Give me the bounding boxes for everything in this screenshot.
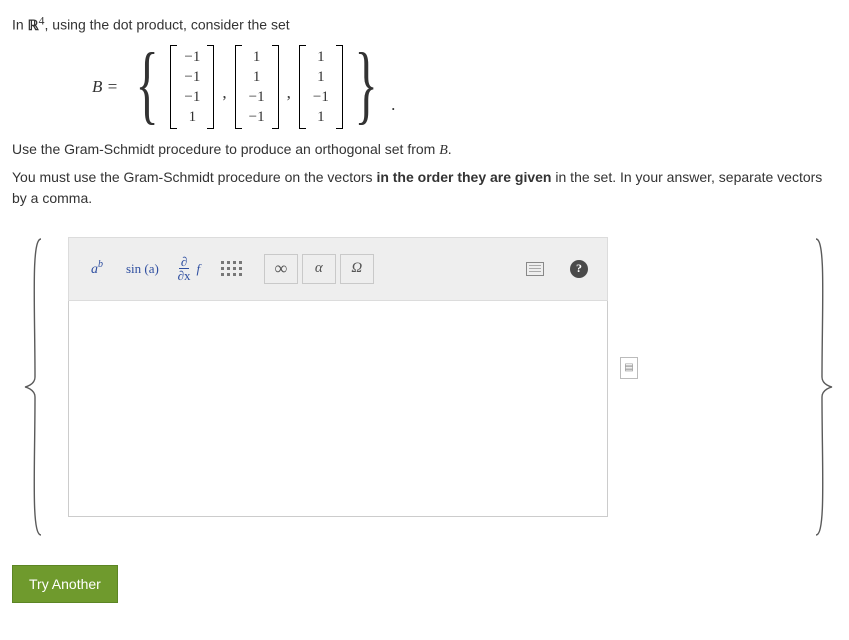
answer-brace-close-icon (809, 237, 837, 537)
vector-2: 1 1 −1 −1 (235, 45, 279, 129)
set-label: B = (92, 77, 118, 97)
matrix-icon (221, 261, 242, 276)
derivative-button[interactable]: ∂ ∂x f (166, 247, 210, 291)
instruction-1: Use the Gram-Schmidt procedure to produc… (12, 139, 837, 161)
document-icon: ▤ (624, 362, 633, 373)
omega-button[interactable]: Ω (340, 254, 374, 284)
instruction-2: You must use the Gram-Schmidt procedure … (12, 167, 837, 209)
question-intro: In ℝ4, using the dot product, consider t… (12, 12, 837, 37)
brace-open-icon: { (136, 55, 159, 115)
math-input[interactable] (68, 301, 608, 517)
matrix-button[interactable] (210, 247, 254, 291)
superscript-button[interactable]: ab (75, 247, 119, 291)
keyboard-button[interactable] (513, 247, 557, 291)
alpha-button[interactable]: α (302, 254, 336, 284)
symbol-group: ∞ α Ω (264, 254, 374, 284)
infinity-button[interactable]: ∞ (264, 254, 298, 284)
expand-editor-button[interactable]: ▤ (620, 357, 638, 379)
set-definition: B = { −1 −1 −1 1 , 1 1 −1 −1 , 1 1 −1 1 (92, 45, 837, 129)
editor-toolbar: ab sin (a) ∂ ∂x f (68, 237, 608, 301)
trig-button[interactable]: sin (a) (119, 247, 166, 291)
answer-area: ab sin (a) ∂ ∂x f (12, 237, 837, 537)
keyboard-icon (526, 262, 544, 276)
try-another-button[interactable]: Try Another (12, 565, 118, 603)
vector-3: 1 1 −1 1 (299, 45, 343, 129)
help-button[interactable]: ? (557, 247, 601, 291)
space-R4: ℝ4 (28, 19, 45, 34)
answer-brace-open-icon (20, 237, 48, 537)
vector-1: −1 −1 −1 1 (170, 45, 214, 129)
brace-close-icon: } (354, 55, 377, 115)
math-editor[interactable]: ab sin (a) ∂ ∂x f (68, 237, 608, 537)
help-icon: ? (570, 260, 588, 278)
